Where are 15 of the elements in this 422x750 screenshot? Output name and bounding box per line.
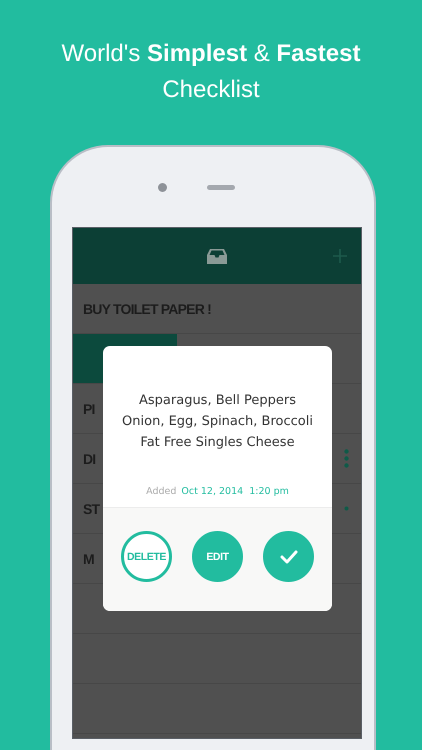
delete-button[interactable]: DELETE: [121, 531, 172, 582]
done-button[interactable]: [263, 531, 314, 582]
edit-button[interactable]: EDIT: [192, 531, 243, 582]
added-date: Oct 12, 2014 1:20 pm: [181, 486, 289, 497]
note-text: Onion, Egg, Spinach, Broccoli: [122, 413, 313, 431]
check-icon: [280, 550, 298, 564]
note-text: Fat Free Singles Cheese: [140, 434, 295, 452]
added-label: Added: [146, 486, 176, 497]
add-icon[interactable]: [333, 249, 347, 263]
headline: World's Simplest & Fastest: [60, 39, 362, 69]
headline: Checklist: [161, 75, 261, 105]
inbox-icon[interactable]: [207, 248, 227, 264]
note-text: Asparagus, Bell Peppers: [139, 392, 296, 410]
speaker-icon: [207, 184, 235, 190]
camera-icon: [158, 182, 167, 192]
